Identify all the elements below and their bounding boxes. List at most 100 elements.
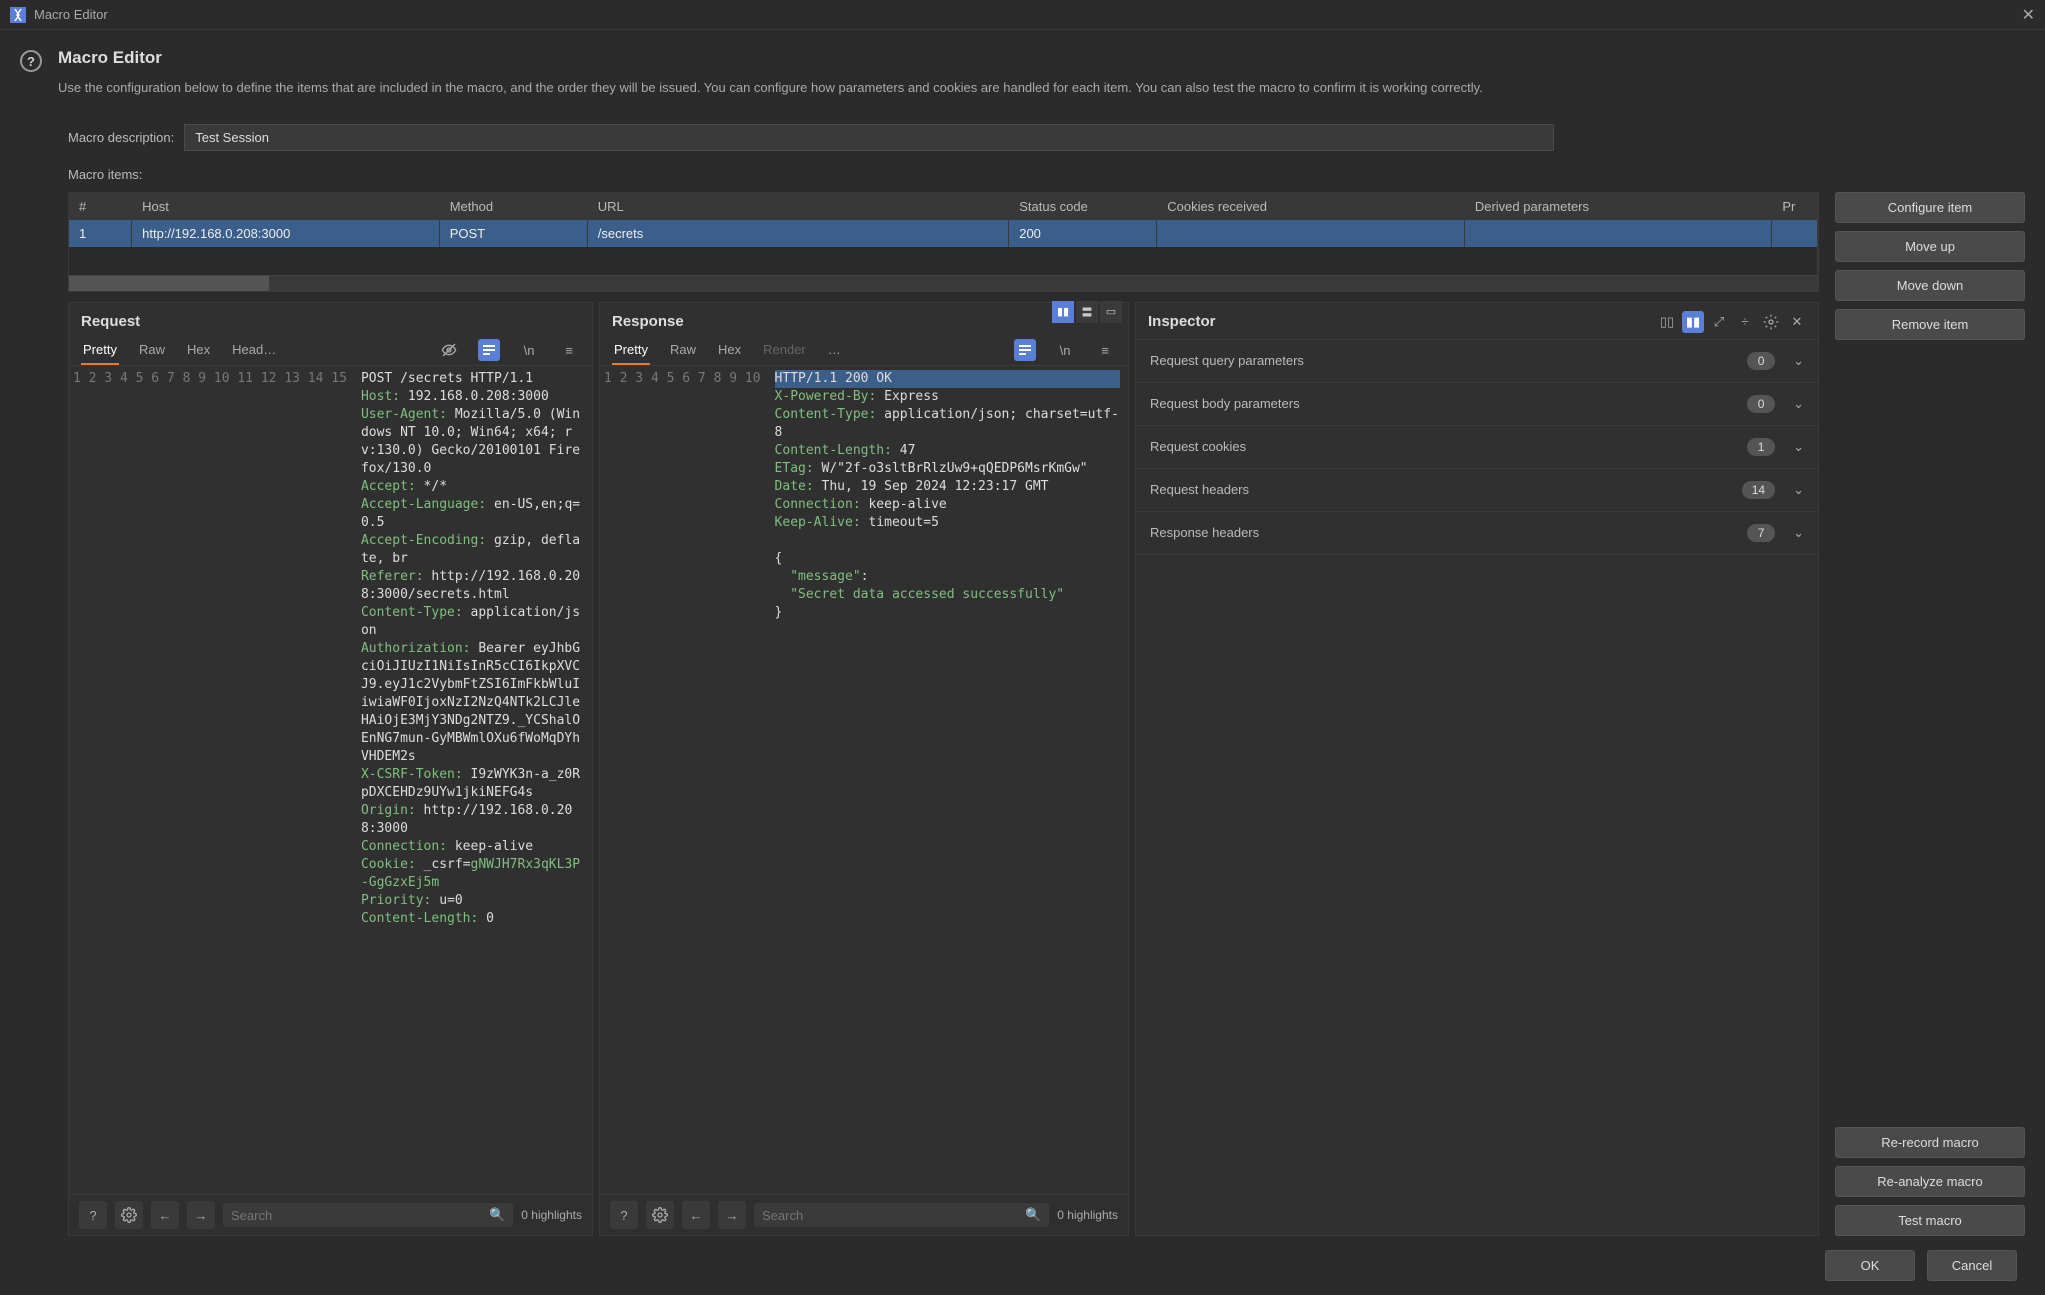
inspector-row[interactable]: Response headers7 ⌄	[1136, 512, 1818, 555]
response-tab-more[interactable]: …	[826, 336, 843, 365]
newline-icon[interactable]: \n	[518, 339, 540, 361]
page-title: Macro Editor	[58, 48, 1483, 68]
inspector-row[interactable]: Request cookies1 ⌄	[1136, 426, 1818, 469]
response-gutter: 1 2 3 4 5 6 7 8 9 10	[600, 366, 767, 1195]
request-forward-icon[interactable]: →	[187, 1201, 215, 1229]
col-host[interactable]: Host	[132, 193, 440, 220]
help-icon[interactable]: ?	[20, 50, 42, 72]
inspector-layout2-icon[interactable]: ▮▮	[1682, 311, 1704, 333]
request-tab-raw[interactable]: Raw	[137, 336, 167, 365]
response-newline-icon[interactable]: \n	[1054, 339, 1076, 361]
response-gear-icon[interactable]	[646, 1201, 674, 1229]
inspector-expand-icon[interactable]: ⤢	[1708, 311, 1730, 333]
col-status[interactable]: Status code	[1009, 193, 1157, 220]
response-back-icon[interactable]: ←	[682, 1201, 710, 1229]
ok-button[interactable]: OK	[1825, 1250, 1915, 1281]
table-scrollbar[interactable]	[69, 275, 1818, 291]
request-tab-hex[interactable]: Hex	[185, 336, 212, 365]
col-num[interactable]: #	[69, 193, 132, 220]
inspector-title: Inspector	[1148, 313, 1652, 330]
search-icon[interactable]: 🔍	[489, 1207, 505, 1223]
move-down-button[interactable]: Move down	[1835, 270, 2025, 301]
inspector-collapse-icon[interactable]: ÷	[1734, 311, 1756, 333]
toggle-hidden-icon[interactable]	[438, 339, 460, 361]
response-tab-render[interactable]: Render	[761, 336, 808, 365]
col-cookies[interactable]: Cookies received	[1157, 193, 1465, 220]
macro-items-table: # Host Method URL Status code Cookies re…	[68, 192, 1819, 292]
close-icon[interactable]: ✕	[2022, 5, 2035, 25]
inspector-row-label: Request body parameters	[1150, 396, 1747, 411]
app-icon	[10, 7, 26, 23]
response-highlight-count: 0 highlights	[1057, 1208, 1118, 1222]
chevron-down-icon: ⌄	[1793, 525, 1804, 541]
configure-item-button[interactable]: Configure item	[1835, 192, 2025, 223]
request-back-icon[interactable]: ←	[151, 1201, 179, 1229]
inspector-row-label: Response headers	[1150, 525, 1747, 540]
response-search[interactable]: 🔍	[754, 1203, 1049, 1227]
titlebar: Macro Editor ✕	[0, 0, 2045, 30]
inspector-row[interactable]: Request query parameters0⌄	[1136, 340, 1818, 383]
col-pr[interactable]: Pr	[1772, 193, 1818, 220]
col-url[interactable]: URL	[587, 193, 1008, 220]
layout-rows-icon[interactable]: 〓	[1076, 301, 1098, 323]
request-highlight-count: 0 highlights	[521, 1208, 582, 1222]
table-row-empty	[69, 247, 1818, 275]
response-tab-hex[interactable]: Hex	[716, 336, 743, 365]
layout-columns-icon[interactable]: ▮▮	[1052, 301, 1074, 323]
re-record-macro-button[interactable]: Re-record macro	[1835, 1127, 2025, 1158]
inspector-layout1-icon[interactable]: ▯▯	[1656, 311, 1678, 333]
request-panel: Request Pretty Raw Hex Head… \n	[68, 302, 593, 1237]
response-help-icon[interactable]: ?	[610, 1201, 638, 1229]
response-title: Response	[600, 303, 1128, 336]
response-forward-icon[interactable]: →	[718, 1201, 746, 1229]
response-tab-pretty[interactable]: Pretty	[612, 336, 650, 365]
response-tab-raw[interactable]: Raw	[668, 336, 698, 365]
window-title: Macro Editor	[34, 7, 108, 22]
remove-item-button[interactable]: Remove item	[1835, 309, 2025, 340]
inspector-row-label: Request query parameters	[1150, 353, 1747, 368]
inspector-row-label: Request headers	[1150, 482, 1742, 497]
page-description: Use the configuration below to define th…	[58, 78, 1483, 98]
menu-icon[interactable]: ≡	[558, 339, 580, 361]
chevron-down-icon: ⌄	[1793, 439, 1804, 455]
col-derived[interactable]: Derived parameters	[1464, 193, 1772, 220]
table-row[interactable]: 1 http://192.168.0.208:3000 POST /secret…	[69, 220, 1818, 247]
response-panel: ▮▮ 〓 ▭ Response Pretty Raw Hex Render …	[599, 302, 1129, 1237]
inspector-row-count: 0	[1747, 395, 1775, 413]
inspector-gear-icon[interactable]	[1760, 311, 1782, 333]
inspector-row-count: 14	[1742, 481, 1775, 499]
inspector-row[interactable]: Request body parameters0 ⌄	[1136, 383, 1818, 426]
table-header-row: # Host Method URL Status code Cookies re…	[69, 193, 1818, 220]
inspector-row[interactable]: Request headers14 ⌄	[1136, 469, 1818, 512]
chevron-down-icon: ⌄	[1793, 482, 1804, 498]
col-method[interactable]: Method	[439, 193, 587, 220]
layout-single-icon[interactable]: ▭	[1100, 301, 1122, 323]
inspector-row-label: Request cookies	[1150, 439, 1747, 454]
response-wrap-icon[interactable]	[1014, 339, 1036, 361]
request-tab-headers[interactable]: Head…	[230, 336, 278, 365]
macro-description-input[interactable]	[184, 124, 1554, 151]
inspector-close-icon[interactable]: ✕	[1786, 311, 1808, 333]
response-menu-icon[interactable]: ≡	[1094, 339, 1116, 361]
wrap-icon[interactable]	[478, 339, 500, 361]
request-help-icon[interactable]: ?	[79, 1201, 107, 1229]
request-title: Request	[69, 303, 592, 336]
inspector-row-count: 0	[1747, 352, 1775, 370]
request-gear-icon[interactable]	[115, 1201, 143, 1229]
re-analyze-macro-button[interactable]: Re-analyze macro	[1835, 1166, 2025, 1197]
move-up-button[interactable]: Move up	[1835, 231, 2025, 262]
macro-items-label: Macro items:	[68, 167, 2025, 182]
inspector-row-count: 1	[1747, 438, 1775, 456]
response-search-input[interactable]	[762, 1208, 1019, 1223]
request-tab-pretty[interactable]: Pretty	[81, 336, 119, 365]
macro-description-label: Macro description:	[68, 130, 174, 145]
request-code[interactable]: POST /secrets HTTP/1.1 Host: 192.168.0.2…	[353, 366, 592, 1195]
test-macro-button[interactable]: Test macro	[1835, 1205, 2025, 1236]
inspector-row-count: 7	[1747, 524, 1775, 542]
search-icon[interactable]: 🔍	[1025, 1207, 1041, 1223]
cancel-button[interactable]: Cancel	[1927, 1250, 2017, 1281]
request-search[interactable]: 🔍	[223, 1203, 513, 1227]
response-code[interactable]: HTTP/1.1 200 OK X-Powered-By: Express Co…	[767, 366, 1128, 1195]
request-search-input[interactable]	[231, 1208, 483, 1223]
chevron-down-icon: ⌄	[1793, 396, 1804, 412]
